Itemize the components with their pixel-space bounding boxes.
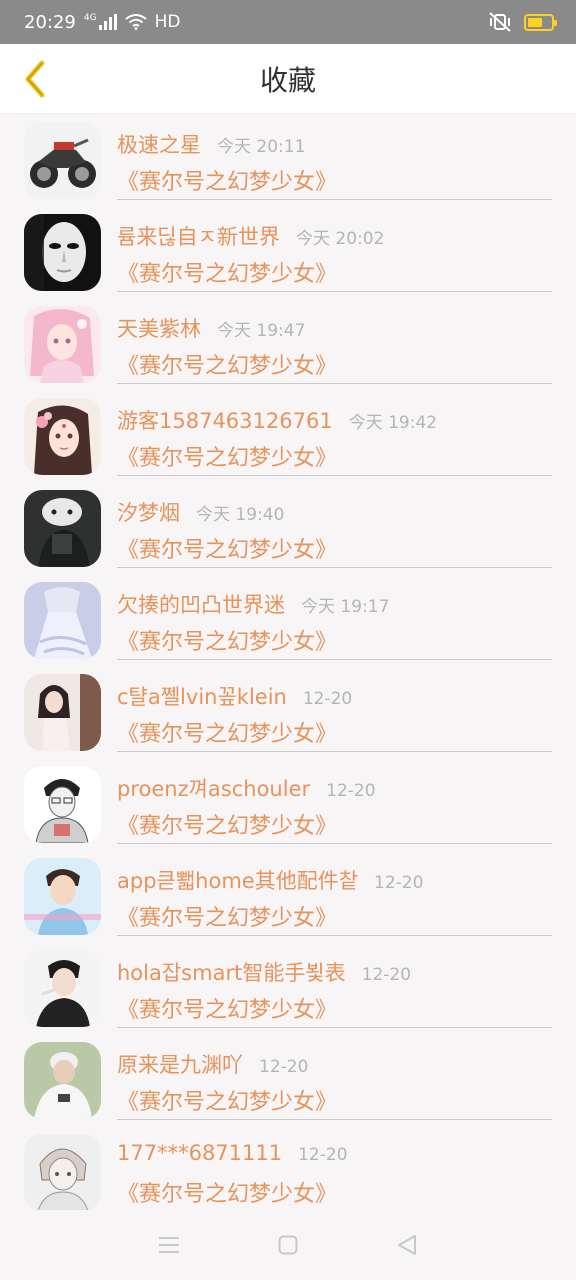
list-item-content: 汐梦烟 今天 19:40 《赛尔号之幻梦少女》 <box>117 482 552 568</box>
system-nav-bar <box>0 1210 576 1280</box>
status-time: 20:29 <box>24 11 76 33</box>
list-item-content: 原来是九渊吖 12-20 《赛尔号之幻梦少女》 <box>117 1034 552 1120</box>
avatar <box>24 122 101 199</box>
author-name[interactable]: 游客1587463126761 <box>117 405 333 435</box>
triangle-back-icon <box>397 1235 416 1255</box>
avatar <box>24 306 101 383</box>
timestamp: 今天 19:42 <box>348 413 438 433</box>
list-item[interactable]: proenz껴aschouler 12-20 《赛尔号之幻梦少女》 <box>0 758 576 850</box>
list-item-content: 天美紫林 今天 19:47 《赛尔号之幻梦少女》 <box>117 298 552 384</box>
work-title[interactable]: 《赛尔号之幻梦少女》 <box>117 624 337 656</box>
favorites-list: 极速之星 今天 20:11 《赛尔号之幻梦少女》 륨来딚自ㅈ新世界 今天 20:… <box>0 114 576 1210</box>
list-item[interactable]: 极速之星 今天 20:11 《赛尔号之幻梦少女》 <box>0 114 576 206</box>
author-name[interactable]: app큳뾃home其他配件챁 <box>117 865 358 895</box>
avatar <box>24 950 101 1027</box>
avatar <box>24 1042 101 1119</box>
work-title[interactable]: 《赛尔号之幻梦少女》 <box>117 808 337 840</box>
signal-icon: 4G <box>84 14 117 30</box>
author-name[interactable]: proenz껴aschouler <box>117 773 310 803</box>
avatar <box>24 674 101 751</box>
work-title[interactable]: 《赛尔号之幻梦少女》 <box>117 532 337 564</box>
timestamp: 今天 19:40 <box>196 505 285 525</box>
status-left: 20:29 4G HD <box>24 12 180 33</box>
menu-icon <box>159 1237 180 1253</box>
list-item-content: c턀a쩰lvin꽆klein 12-20 《赛尔号之幻梦少女》 <box>117 666 552 752</box>
work-title[interactable]: 《赛尔号之幻梦少女》 <box>117 164 337 196</box>
list-item-content: 欠揍的凹凸世界迷 今天 19:17 《赛尔号之幻梦少女》 <box>117 574 552 660</box>
timestamp: 12-20 <box>374 873 424 893</box>
author-name[interactable]: c턀a쩰lvin꽆klein <box>117 681 287 711</box>
avatar <box>24 1134 101 1210</box>
list-item-content: 177***6871111 12-20 《赛尔号之幻梦少女》 <box>117 1126 552 1210</box>
avatar <box>24 214 101 291</box>
vibrate-mute-icon <box>489 12 511 32</box>
list-item-content: app큳뾃home其他配件챁 12-20 《赛尔号之幻梦少女》 <box>117 850 552 936</box>
list-item-content: hola잡smart智能手뵟表 12-20 《赛尔号之幻梦少女》 <box>117 942 552 1028</box>
hd-label: HD <box>154 12 181 32</box>
author-name[interactable]: 原来是九渊吖 <box>117 1049 243 1079</box>
wifi-icon <box>124 14 147 30</box>
avatar <box>24 858 101 935</box>
avatar <box>24 582 101 659</box>
home-button[interactable] <box>268 1225 308 1265</box>
list-item[interactable]: 游客1587463126761 今天 19:42 《赛尔号之幻梦少女》 <box>0 390 576 482</box>
list-item[interactable]: 汐梦烟 今天 19:40 《赛尔号之幻梦少女》 <box>0 482 576 574</box>
battery-icon <box>524 13 557 31</box>
work-title[interactable]: 《赛尔号之幻梦少女》 <box>117 992 337 1024</box>
chevron-left-icon <box>25 60 45 98</box>
list-item-content: proenz껴aschouler 12-20 《赛尔号之幻梦少女》 <box>117 758 552 844</box>
back-button[interactable] <box>10 54 60 104</box>
timestamp: 12-20 <box>326 781 376 801</box>
timestamp: 今天 19:17 <box>301 597 390 617</box>
list-item[interactable]: app큳뾃home其他配件챁 12-20 《赛尔号之幻梦少女》 <box>0 850 576 942</box>
timestamp: 12-20 <box>302 689 353 709</box>
work-title[interactable]: 《赛尔号之幻梦少女》 <box>117 1084 337 1116</box>
work-title[interactable]: 《赛尔号之幻梦少女》 <box>117 256 337 288</box>
app-header: 收藏 <box>0 44 576 114</box>
work-title[interactable]: 《赛尔号之幻梦少女》 <box>117 348 337 380</box>
author-name[interactable]: 汐梦烟 <box>117 497 180 527</box>
status-bar: 20:29 4G HD <box>0 0 576 44</box>
author-name[interactable]: hola잡smart智能手뵟表 <box>117 957 346 987</box>
author-name[interactable]: 极速之星 <box>117 129 201 159</box>
list-item[interactable]: 177***6871111 12-20 《赛尔号之幻梦少女》 <box>0 1126 576 1210</box>
battery-fill <box>528 17 543 27</box>
list-item[interactable]: 欠揍的凹凸世界迷 今天 19:17 《赛尔号之幻梦少女》 <box>0 574 576 666</box>
timestamp: 今天 19:47 <box>217 321 306 341</box>
home-square-icon <box>278 1235 298 1255</box>
list-item-content: 륨来딚自ㅈ新世界 今天 20:02 《赛尔号之幻梦少女》 <box>117 206 552 292</box>
timestamp: 12-20 <box>361 965 412 985</box>
work-title[interactable]: 《赛尔号之幻梦少女》 <box>117 1176 337 1208</box>
author-name[interactable]: 天美紫林 <box>117 313 201 343</box>
avatar <box>24 766 101 843</box>
list-item[interactable]: 原来是九渊吖 12-20 《赛尔号之幻梦少女》 <box>0 1034 576 1126</box>
author-name[interactable]: 륨来딚自ㅈ新世界 <box>117 221 280 251</box>
avatar <box>24 398 101 475</box>
list-item[interactable]: hola잡smart智能手뵟表 12-20 《赛尔号之幻梦少女》 <box>0 942 576 1034</box>
back-nav-button[interactable] <box>387 1225 427 1265</box>
status-right <box>488 12 557 32</box>
author-name[interactable]: 177***6871111 <box>117 1141 282 1165</box>
network-label: 4G <box>83 13 97 23</box>
work-title[interactable]: 《赛尔号之幻梦少女》 <box>117 716 337 748</box>
list-item[interactable]: 륨来딚自ㅈ新世界 今天 20:02 《赛尔号之幻梦少女》 <box>0 206 576 298</box>
list-item-content: 极速之星 今天 20:11 《赛尔号之幻梦少女》 <box>117 114 552 200</box>
timestamp: 12-20 <box>298 1145 348 1165</box>
list-item[interactable]: c턀a쩰lvin꽆klein 12-20 《赛尔号之幻梦少女》 <box>0 666 576 758</box>
timestamp: 12-20 <box>259 1057 309 1077</box>
work-title[interactable]: 《赛尔号之幻梦少女》 <box>117 900 337 932</box>
list-item[interactable]: 天美紫林 今天 19:47 《赛尔号之幻梦少女》 <box>0 298 576 390</box>
menu-button[interactable] <box>149 1225 189 1265</box>
avatar <box>24 490 101 567</box>
timestamp: 今天 20:11 <box>217 137 306 157</box>
author-name[interactable]: 欠揍的凹凸世界迷 <box>117 589 285 619</box>
timestamp: 今天 20:02 <box>295 229 385 249</box>
list-item-content: 游客1587463126761 今天 19:42 《赛尔号之幻梦少女》 <box>117 390 552 476</box>
work-title[interactable]: 《赛尔号之幻梦少女》 <box>117 440 337 472</box>
page-title: 收藏 <box>259 63 316 97</box>
